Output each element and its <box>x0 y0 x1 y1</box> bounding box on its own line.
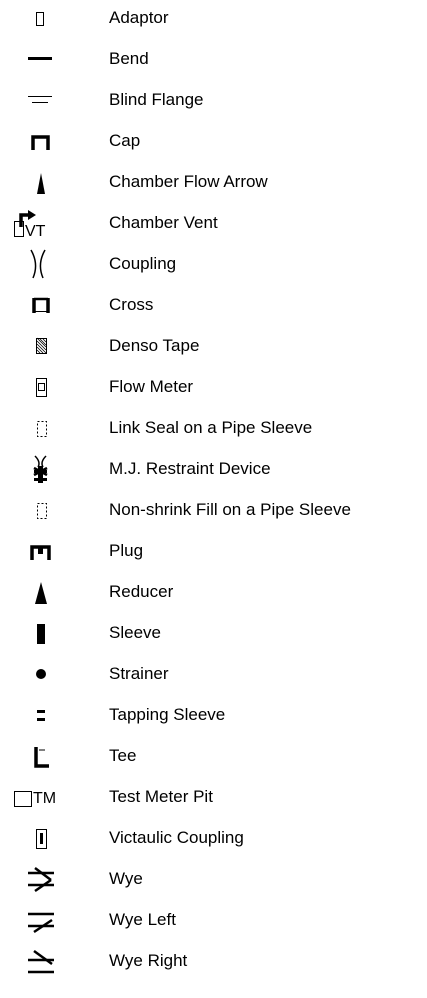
legend-row-wye-left: Wye Left <box>0 902 427 938</box>
legend-label-blind-flange: Blind Flange <box>109 90 204 109</box>
legend-label-wye-left: Wye Left <box>109 910 176 929</box>
legend-row-coupling: Coupling <box>0 246 427 282</box>
wye-icon <box>14 861 70 897</box>
sleeve-icon <box>14 615 70 651</box>
chamber-vent-icon: VT <box>14 205 70 241</box>
mj-restraint-icon <box>14 451 70 487</box>
legend-label-denso-tape: Denso Tape <box>109 336 200 355</box>
legend-label-non-shrink-fill: Non-shrink Fill on a Pipe Sleeve <box>109 500 351 519</box>
legend-label-test-meter-pit: Test Meter Pit <box>109 787 213 806</box>
legend-label-flow-meter: Flow Meter <box>109 377 194 396</box>
legend-row-reducer: Reducer <box>0 574 427 610</box>
chamber-flow-arrow-icon <box>14 164 70 200</box>
chamber-vent-symbol-text: VT <box>25 223 46 240</box>
legend-label-plug: Plug <box>109 541 144 560</box>
cross-icon <box>14 287 70 323</box>
legend-row-mj-restraint: M.J. Restraint Device <box>0 451 427 487</box>
adaptor-icon <box>14 0 70 36</box>
legend-label-tapping-sleeve: Tapping Sleeve <box>109 705 226 724</box>
legend-row-chamber-flow-arrow: Chamber Flow Arrow <box>0 164 427 200</box>
denso-tape-icon <box>14 328 70 364</box>
flow-meter-icon <box>14 369 70 405</box>
reducer-icon <box>14 574 70 610</box>
legend-label-wye-right: Wye Right <box>109 951 188 970</box>
legend-row-flow-meter: Flow Meter <box>0 369 427 405</box>
legend-row-tapping-sleeve: Tapping Sleeve <box>0 697 427 733</box>
legend-row-cap: Cap <box>0 123 427 159</box>
legend-label-coupling: Coupling <box>109 254 177 273</box>
wye-left-icon <box>14 902 70 938</box>
bend-icon <box>14 41 70 77</box>
legend-label-tee: Tee <box>109 746 137 765</box>
legend-label-strainer: Strainer <box>109 664 169 683</box>
legend-label-cross: Cross <box>109 295 154 314</box>
legend-row-denso-tape: Denso Tape <box>0 328 427 364</box>
legend-label-reducer: Reducer <box>109 582 174 601</box>
victaulic-coupling-icon <box>14 820 70 856</box>
legend-row-plug: Plug <box>0 533 427 569</box>
legend-row-link-seal: Link Seal on a Pipe Sleeve <box>0 410 427 446</box>
legend-row-wye-right: Wye Right <box>0 943 427 979</box>
link-seal-icon <box>14 410 70 446</box>
cap-icon <box>14 123 70 159</box>
test-meter-pit-symbol-text: TM <box>33 790 56 807</box>
plug-icon <box>14 533 70 569</box>
legend-row-tee: Tee <box>0 738 427 774</box>
legend-label-wye: Wye <box>109 869 143 888</box>
strainer-icon <box>14 656 70 692</box>
tee-icon <box>14 738 70 774</box>
legend-label-sleeve: Sleeve <box>109 623 161 642</box>
legend-label-chamber-vent: Chamber Vent <box>109 213 218 232</box>
legend-row-victaulic-coupling: Victaulic Coupling <box>0 820 427 856</box>
legend-label-link-seal: Link Seal on a Pipe Sleeve <box>109 418 313 437</box>
blind-flange-icon <box>14 82 70 118</box>
legend-label-bend: Bend <box>109 49 149 68</box>
legend-row-wye: Wye <box>0 861 427 897</box>
legend-row-bend: Bend <box>0 41 427 77</box>
legend-row-non-shrink-fill: Non-shrink Fill on a Pipe Sleeve <box>0 492 427 528</box>
non-shrink-fill-icon <box>14 492 70 528</box>
test-meter-pit-icon: TM <box>14 779 70 815</box>
legend-label-victaulic-coupling: Victaulic Coupling <box>109 828 244 847</box>
legend-row-cross: Cross <box>0 287 427 323</box>
wye-right-icon <box>14 943 70 979</box>
legend-label-chamber-flow-arrow: Chamber Flow Arrow <box>109 172 268 191</box>
legend-row-strainer: Strainer <box>0 656 427 692</box>
legend-label-cap: Cap <box>109 131 141 150</box>
legend-row-test-meter-pit: TM Test Meter Pit <box>0 779 427 815</box>
legend-label-adaptor: Adaptor <box>109 8 169 27</box>
coupling-icon <box>14 246 70 282</box>
legend-row-chamber-vent: VT Chamber Vent <box>0 205 427 241</box>
legend-row-blind-flange: Blind Flange <box>0 82 427 118</box>
tapping-sleeve-icon <box>14 697 70 733</box>
legend-row-adaptor: Adaptor <box>0 0 427 36</box>
legend-row-sleeve: Sleeve <box>0 615 427 651</box>
legend-label-mj-restraint: M.J. Restraint Device <box>109 459 271 478</box>
